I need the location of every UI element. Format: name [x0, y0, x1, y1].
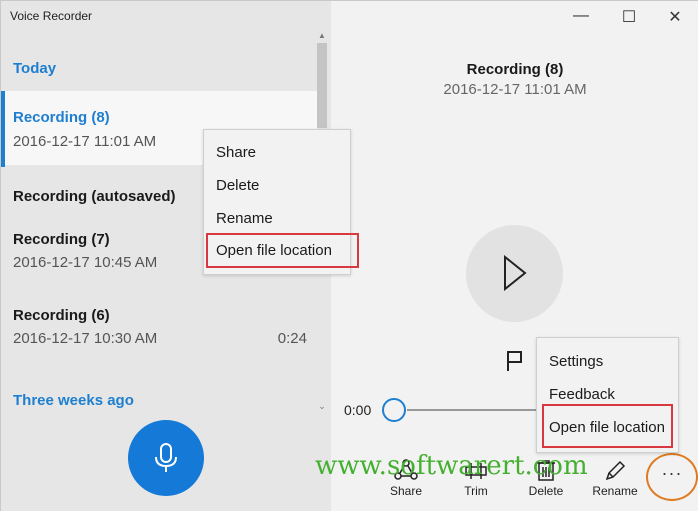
- playback-position: 0:00: [344, 402, 372, 418]
- player-date: 2016-12-17 11:01 AM: [443, 81, 587, 98]
- more-menu-settings[interactable]: Settings: [549, 353, 603, 370]
- close-icon[interactable]: ✕: [665, 7, 685, 27]
- more-options-menu: Settings Feedback Open file location: [536, 337, 679, 453]
- recording-item-6[interactable]: Recording (6) 2016-12-17 10:30 AM 0:24: [1, 289, 317, 363]
- app-title: Voice Recorder: [10, 9, 93, 23]
- context-menu-share[interactable]: Share: [216, 144, 256, 161]
- highlight-box: [206, 233, 359, 268]
- share-label: Share: [389, 484, 423, 498]
- recording-date: 2016-12-17 10:30 AM: [13, 330, 158, 347]
- watermark-text: www.softwarert.com: [315, 451, 588, 481]
- recording-duration: 0:24: [277, 330, 307, 347]
- recording-context-menu: Share Delete Rename Open file location: [203, 129, 359, 275]
- group-header-today: Today: [13, 60, 57, 77]
- context-menu-rename[interactable]: Rename: [216, 210, 273, 227]
- recording-name: Recording (6): [13, 307, 110, 324]
- scrollbar-thumb[interactable]: [317, 43, 327, 128]
- more-options-button[interactable]: ···: [656, 463, 688, 484]
- pencil-icon: [605, 460, 626, 481]
- player-title: Recording (8): [466, 61, 564, 78]
- microphone-icon: [155, 443, 177, 472]
- highlight-box: [542, 404, 673, 448]
- rename-button[interactable]: Rename: [585, 459, 645, 498]
- more-menu-feedback[interactable]: Feedback: [549, 386, 615, 403]
- recording-date: 2016-12-17 10:45 AM: [13, 254, 158, 271]
- flag-icon[interactable]: [505, 350, 525, 372]
- app-window: Voice Recorder Today Recording (8) 2016-…: [0, 0, 698, 511]
- maximize-icon[interactable]: ☐: [619, 7, 639, 27]
- minimize-icon[interactable]: —: [571, 7, 591, 25]
- seek-track[interactable]: [407, 409, 547, 411]
- scroll-up-arrow-icon[interactable]: ▲: [317, 31, 327, 40]
- recording-name: Recording (autosaved): [13, 188, 176, 205]
- recording-date: 2016-12-17 11:01 AM: [13, 133, 157, 150]
- context-menu-delete[interactable]: Delete: [216, 177, 259, 194]
- trim-label: Trim: [464, 484, 488, 498]
- recording-name: Recording (8): [13, 109, 110, 126]
- delete-label: Delete: [528, 484, 564, 498]
- play-button[interactable]: [466, 225, 563, 322]
- rename-label: Rename: [592, 484, 638, 498]
- seek-thumb[interactable]: [382, 398, 406, 422]
- play-icon: [504, 255, 527, 291]
- recording-name: Recording (7): [13, 231, 110, 248]
- scroll-down-chevron-icon[interactable]: ⌄: [315, 401, 329, 412]
- group-header-three-weeks-ago: Three weeks ago: [13, 392, 134, 409]
- record-button[interactable]: [128, 420, 204, 496]
